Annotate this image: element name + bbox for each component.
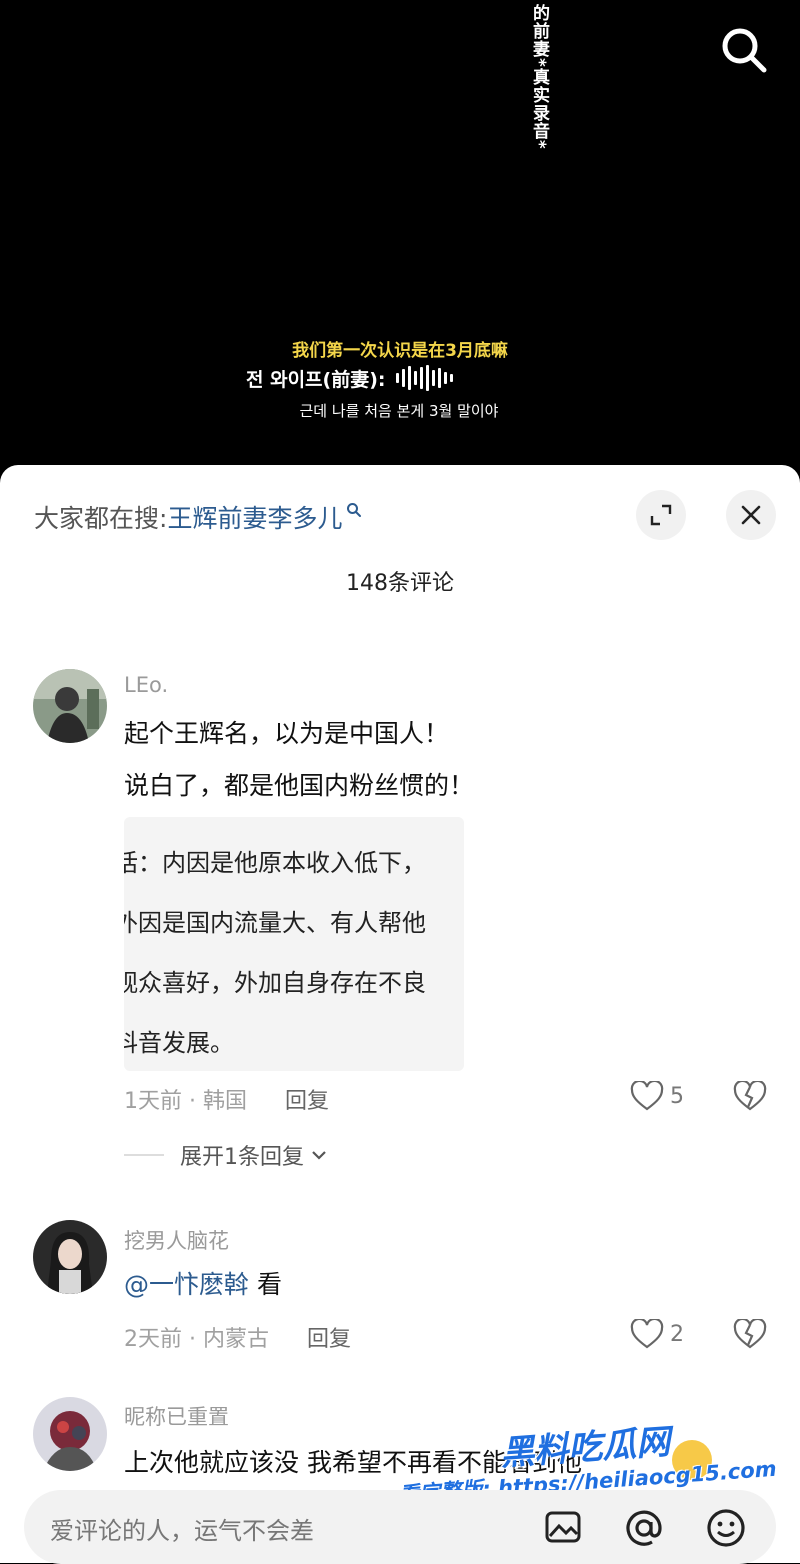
image-text-line: 抖音发展。 [124, 1029, 234, 1057]
expand-replies-label: 展开1条回复 [180, 1145, 304, 1170]
video-player[interactable]: 的前妻*真实录音* 我们第一次认识是在3月底嘛 전 와이프(前妻): 근데 나를… [0, 0, 800, 470]
comment-image[interactable]: 话：内因是他原本收入低下， 外因是国内流量大、有人帮他 观众喜好，外加自身存在不… [124, 817, 464, 1071]
comment-count: 148条评论 [346, 571, 454, 596]
expand-sheet-button[interactable] [636, 490, 686, 540]
image-text-line: 外因是国内流量大、有人帮他 [124, 909, 426, 937]
comment-text-body: 看 [249, 1270, 282, 1299]
subtitle-chinese: 我们第一次认识是在3月底嘛 [292, 341, 508, 361]
comment-username[interactable]: 挖男人脑花 [124, 1225, 229, 1255]
like-count: 5 [670, 1083, 684, 1109]
comments-sheet: 大家都在搜: 王辉前妻李多儿 148条评论 LEo. 起个王辉名，以为是中国人！… [0, 465, 800, 1563]
avatar[interactable] [33, 1220, 107, 1294]
hot-search: 大家都在搜: 王辉前妻李多儿 [34, 499, 362, 535]
image-picker-button[interactable] [544, 1508, 582, 1550]
image-text-line: 观众喜好，外加自身存在不良 [124, 969, 426, 997]
at-icon [626, 1510, 662, 1546]
subtitle-korean-text: 근데 나를 처음 본게 3월 말이야 [299, 402, 499, 420]
comment-text: @一忭麽斡 看 [124, 1262, 282, 1307]
dislike-button[interactable] [733, 1317, 767, 1353]
like-button[interactable]: 5 [630, 1081, 684, 1111]
audio-wave-icon [395, 364, 456, 392]
reply-button[interactable]: 回复 [285, 1083, 329, 1115]
subtitle-korean: 근데 나를 처음 본게 3월 말이야 [0, 400, 800, 421]
heart-icon [630, 1319, 664, 1349]
expand-icon [650, 504, 672, 526]
like-button[interactable]: 2 [630, 1319, 684, 1349]
comment-username[interactable]: LEo. [124, 673, 168, 697]
emoji-button[interactable] [706, 1508, 746, 1552]
subtitle-speaker-row: 전 와이프(前妻): [246, 364, 456, 392]
comment-time-location: 1天前 · 韩国 [124, 1089, 247, 1114]
search-button[interactable] [718, 24, 770, 76]
image-text-line: 话：内因是他原本收入低下， [124, 849, 426, 877]
expand-replies-button[interactable]: 展开1条回复 [124, 1139, 328, 1171]
hot-search-label: 大家都在搜: [34, 504, 168, 533]
mention-link[interactable]: @一忭麽斡 [124, 1270, 249, 1299]
comment-meta: 1天前 · 韩国 回复 [124, 1083, 329, 1115]
smiley-icon [707, 1509, 745, 1547]
comment-text-line: 说白了，都是他国内粉丝惯的！ [124, 771, 475, 800]
avatar[interactable] [33, 669, 107, 743]
comment-text-line: 起个王辉名，以为是中国人！ [124, 719, 450, 748]
comment-meta: 2天前 · 内蒙古 回复 [124, 1321, 351, 1353]
like-count: 2 [670, 1321, 684, 1347]
close-button[interactable] [726, 490, 776, 540]
comment-input-placeholder: 爱评论的人，运气不会差 [50, 1517, 314, 1545]
comment-time-location: 2天前 · 内蒙古 [124, 1327, 269, 1352]
close-icon [741, 505, 761, 525]
reply-button[interactable]: 回复 [307, 1321, 351, 1353]
comment-username[interactable]: 昵称已重置 [124, 1401, 229, 1431]
chevron-down-icon [312, 1151, 326, 1160]
mention-button[interactable] [624, 1508, 664, 1552]
image-icon [545, 1511, 581, 1543]
speaker-label: 전 와이프(前妻): [246, 368, 386, 391]
avatar[interactable] [33, 1397, 107, 1471]
search-icon [347, 503, 362, 517]
broken-heart-icon [733, 1317, 767, 1349]
broken-heart-icon [733, 1079, 767, 1111]
video-vertical-title: 的前妻*真实录音* [529, 4, 549, 150]
heart-icon [630, 1081, 664, 1111]
dislike-button[interactable] [733, 1079, 767, 1115]
comment-input[interactable]: 爱评论的人，运气不会差 [24, 1490, 776, 1564]
divider [124, 1154, 164, 1156]
hot-search-term[interactable]: 王辉前妻李多儿 [167, 499, 342, 535]
search-icon [722, 28, 767, 73]
